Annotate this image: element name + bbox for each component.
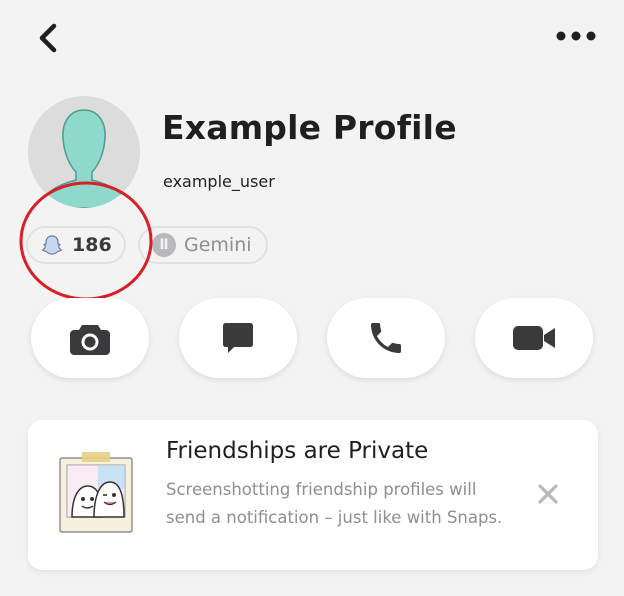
ghost-icon: [41, 235, 63, 255]
video-camera-icon: [513, 326, 555, 350]
privacy-notice-card: Friendships are Private Screenshotting f…: [28, 420, 598, 570]
friend-profile-screen: Example Profile example_user 186 Ⅱ Gemin…: [0, 0, 624, 596]
video-call-button[interactable]: [475, 298, 593, 378]
back-button[interactable]: [30, 18, 70, 58]
snap-score-value: 186: [72, 234, 112, 256]
chevron-left-icon: [39, 23, 57, 53]
username: example_user: [163, 172, 275, 191]
camera-icon: [70, 325, 110, 355]
display-name: Example Profile: [162, 108, 457, 147]
zodiac-badge[interactable]: Ⅱ Gemini: [138, 226, 268, 264]
phone-icon: [371, 323, 401, 353]
notice-body: Screenshotting friendship profiles will …: [166, 480, 503, 527]
avatar[interactable]: [28, 96, 140, 208]
dismiss-notice-button[interactable]: [534, 480, 562, 508]
zodiac-label: Gemini: [184, 234, 252, 256]
more-options-button[interactable]: [552, 20, 600, 52]
chat-icon: [223, 323, 253, 353]
gemini-icon: Ⅱ: [152, 233, 176, 257]
call-button[interactable]: [327, 298, 445, 378]
snap-score-badge[interactable]: 186: [26, 226, 126, 264]
chat-button[interactable]: [179, 298, 297, 378]
ellipsis-icon: [556, 31, 596, 41]
bitmoji-silhouette-icon: [35, 109, 133, 208]
friends-polaroid-illustration: [59, 452, 133, 533]
notice-title: Friendships are Private: [166, 438, 429, 464]
close-icon: [538, 484, 558, 504]
camera-button[interactable]: [31, 298, 149, 378]
